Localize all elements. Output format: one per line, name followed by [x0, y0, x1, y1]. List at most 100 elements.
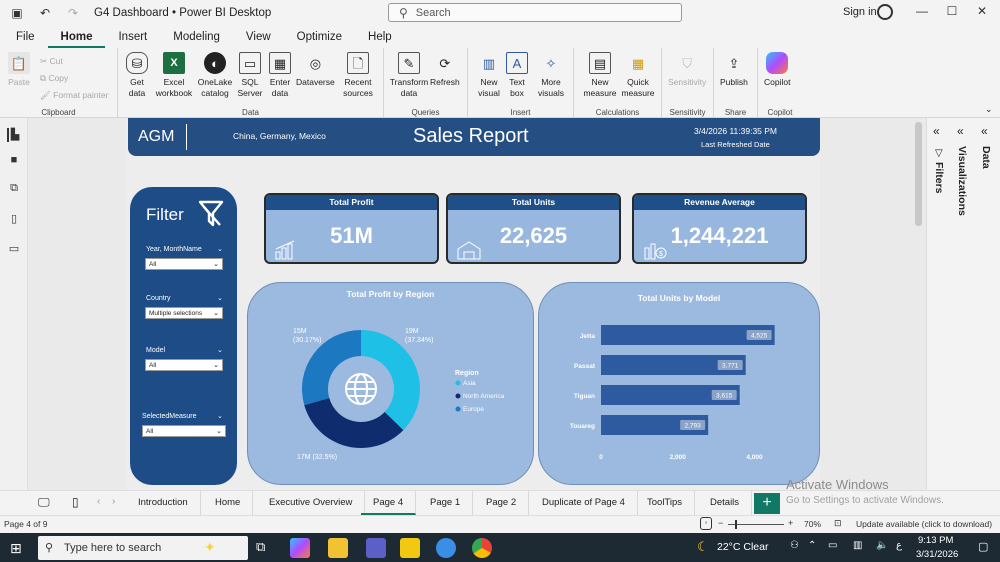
tmdl-view-icon[interactable]: ▭ [7, 242, 21, 256]
task-view-icon[interactable]: ⧉ [256, 539, 265, 555]
tab-home[interactable]: Home [47, 26, 106, 48]
collapse-data-icon[interactable]: « [981, 124, 988, 138]
new-measure-button[interactable]: ▤ New measure [582, 52, 618, 99]
desktop-layout-icon[interactable]: 🖵 [38, 495, 50, 510]
zoom-out-icon[interactable]: − [718, 518, 723, 528]
zoom-slider-thumb[interactable] [735, 520, 737, 529]
publish-button[interactable]: ⇪ Publish [720, 52, 748, 88]
page-tab[interactable]: Duplicate of Page 4 [530, 491, 638, 515]
format-painter-button[interactable]: 🖌 Format painter [40, 90, 108, 101]
edge-icon[interactable] [436, 538, 456, 558]
chevron-down-icon[interactable]: ⌄ [217, 245, 223, 253]
legend-item[interactable]: Europe [463, 406, 484, 413]
bar-chart[interactable]: Jetta 4,525 Passat 3,771 Tiguan 3,615 Touareg 2… [539, 283, 821, 486]
tab-insert[interactable]: Insert [105, 26, 160, 48]
language-indicator-icon[interactable]: ع [896, 540, 902, 551]
people-icon[interactable]: ⚇ [790, 540, 799, 551]
page-tab[interactable]: Page 2 [474, 491, 530, 515]
year-month-slicer[interactable]: All ⌄ [145, 258, 223, 270]
selected-measure-slicer[interactable]: All ⌄ [142, 425, 226, 437]
country-slicer[interactable]: Multiple selections ⌄ [145, 307, 223, 319]
taskbar-search[interactable]: ⚲ Type here to search [38, 536, 248, 560]
filters-pane-label[interactable]: Filters [933, 162, 945, 194]
chevron-down-icon[interactable]: ⌄ [217, 346, 223, 354]
sensitivity-button[interactable]: ⛉ Sensitivity [668, 52, 706, 88]
add-page-button[interactable]: + [754, 493, 780, 514]
mobile-layout-icon[interactable]: ▯ [72, 495, 79, 509]
refresh-button[interactable]: ⟳ Refresh [430, 52, 460, 88]
legend-item[interactable]: North America [463, 393, 505, 400]
clock-time[interactable]: 9:13 PM [918, 535, 953, 546]
report-view-icon[interactable]: ▙ [7, 128, 21, 142]
close-button[interactable]: ✕ [972, 4, 992, 20]
search-box[interactable]: ⚲ Search [388, 3, 682, 22]
page-tab[interactable]: Details [698, 491, 753, 515]
recent-sources-button[interactable]: 🗋 Recent sources [338, 52, 378, 99]
tab-modeling[interactable]: Modeling [160, 26, 233, 48]
zoom-in-icon[interactable]: + [788, 518, 793, 528]
sign-in-link[interactable]: Sign in [843, 6, 877, 18]
page-tab-active[interactable]: Page 4 [361, 491, 417, 515]
clock-date[interactable]: 3/31/2026 [916, 549, 958, 560]
chevron-down-icon[interactable]: ⌄ [217, 294, 223, 302]
cut-button[interactable]: ✂ Cut [40, 56, 63, 67]
undo-icon[interactable]: ↶ [34, 2, 56, 24]
save-icon[interactable]: ▣ [6, 2, 28, 24]
chevron-down-icon[interactable]: ⌄ [217, 412, 223, 420]
donut-chart[interactable]: 19M (37.34%) 17M (32.5%) 15M (30.17%) Region A… [248, 283, 535, 486]
dax-query-view-icon[interactable]: ▯ [7, 212, 21, 226]
fit-to-width-icon[interactable]: ⊡ [834, 518, 842, 529]
tab-help[interactable]: Help [355, 26, 405, 48]
page-tab[interactable]: Introduction [126, 491, 201, 515]
more-visuals-button[interactable]: ✧ More visuals [534, 52, 568, 99]
power-bi-icon[interactable] [400, 538, 420, 558]
notification-icon[interactable]: ▢ [978, 540, 988, 553]
scroll-right-icon[interactable]: › [112, 496, 115, 507]
paste-button[interactable]: 📋 Paste [8, 52, 30, 88]
teams-icon[interactable] [366, 538, 386, 558]
copilot-app-icon[interactable] [290, 538, 310, 558]
minimize-button[interactable]: — [912, 4, 932, 20]
model-slicer[interactable]: All ⌄ [145, 359, 223, 371]
volume-icon[interactable]: 🔈 [876, 540, 888, 551]
new-visual-button[interactable]: ▥ New visual [476, 52, 502, 99]
get-data-button[interactable]: ⛁ Get data [123, 52, 151, 99]
chrome-icon[interactable] [472, 538, 492, 558]
weather-text[interactable]: 22°C Clear [717, 541, 768, 553]
chevron-up-icon[interactable]: ⌃ [808, 540, 816, 551]
page-tab[interactable]: Executive Overview [257, 491, 366, 515]
update-notice[interactable]: Update available (click to download) [856, 519, 992, 529]
network-icon[interactable]: ▥ [853, 540, 862, 551]
windows-start-icon[interactable]: ⊞ [10, 540, 22, 557]
legend-item[interactable]: Asia [463, 380, 476, 387]
transform-data-button[interactable]: ✎ Transform data [388, 52, 430, 99]
scroll-left-icon[interactable]: ‹ [97, 496, 100, 507]
copy-button[interactable]: ⧉ Copy [40, 73, 68, 84]
tab-file[interactable]: File [0, 26, 48, 48]
onelake-button[interactable]: ◐ OneLake catalog [196, 52, 234, 99]
tab-optimize[interactable]: Optimize [284, 26, 355, 48]
battery-icon[interactable]: ▭ [828, 540, 837, 551]
text-box-button[interactable]: A Text box [506, 52, 528, 99]
data-pane-label[interactable]: Data [980, 146, 992, 169]
dataverse-button[interactable]: ◎ Dataverse [296, 52, 335, 88]
page-tab[interactable]: Page 1 [418, 491, 474, 515]
model-view-icon[interactable]: ⧉ [7, 182, 21, 196]
page-tab[interactable]: ToolTips [635, 491, 696, 515]
collapse-filters-icon[interactable]: « [933, 124, 940, 138]
collapse-ribbon-icon[interactable]: ⌄ [985, 104, 993, 115]
enter-data-button[interactable]: ▦ Enter data [266, 52, 294, 99]
redo-icon[interactable]: ↷ [62, 2, 84, 24]
zoom-slider[interactable] [728, 520, 784, 529]
account-icon[interactable] [877, 4, 893, 20]
excel-workbook-button[interactable]: X Excel workbook [154, 52, 194, 99]
file-explorer-icon[interactable] [328, 538, 348, 558]
maximize-button[interactable]: ☐ [942, 4, 962, 20]
quick-measure-button[interactable]: ▦ Quick measure [618, 52, 658, 99]
page-tab[interactable]: Home [203, 491, 254, 515]
tab-view[interactable]: View [233, 26, 284, 48]
copilot-button[interactable]: Copilot [764, 52, 790, 88]
canvas-scrollbar[interactable] [915, 122, 922, 226]
fit-page-icon[interactable]: ◦ [700, 517, 712, 530]
visualizations-pane-label[interactable]: Visualizations [956, 146, 968, 216]
